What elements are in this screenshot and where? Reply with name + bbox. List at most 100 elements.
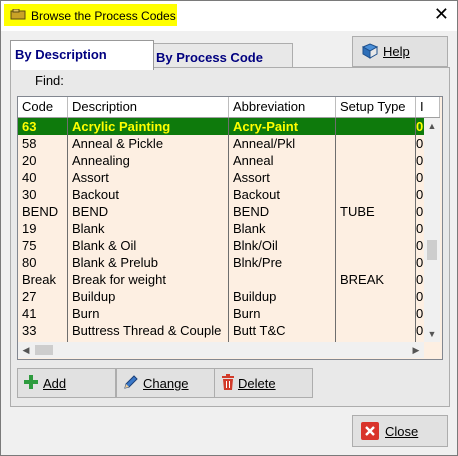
trash-icon <box>222 374 234 390</box>
cell-setup-type <box>336 135 416 152</box>
cell-description: Annealing <box>72 153 130 168</box>
column-header-extra[interactable]: I <box>416 97 440 117</box>
cell-setup-type <box>336 237 416 254</box>
cell-abbreviation: Blnk/Pre <box>233 255 283 270</box>
tab-label: By Process Code <box>156 50 263 65</box>
column-header-setup-type[interactable]: Setup Type <box>336 97 416 117</box>
cell-code: 30 <box>22 187 37 202</box>
cell-code: 58 <box>22 136 37 151</box>
cell-abbreviation: Blnk/Oil <box>233 238 278 253</box>
add-label: Add <box>43 376 67 391</box>
table-row[interactable]: 58 Anneal & Pickle Anneal/Pkl 0 <box>18 135 424 152</box>
cell-abbreviation: Backout <box>233 187 280 202</box>
cell-setup-type <box>336 152 416 169</box>
cell-description: BEND <box>72 204 109 219</box>
scroll-left-icon[interactable]: ◀ <box>18 342 34 358</box>
close-button[interactable]: Close <box>352 415 448 447</box>
app-icon <box>10 9 26 20</box>
cell-description: Assort <box>72 170 109 185</box>
cell-description: Blank & Oil <box>72 238 137 253</box>
cell-code: 20 <box>22 153 37 168</box>
cell-abbreviation: Blank <box>233 221 266 236</box>
table-row[interactable]: BEND BEND BEND TUBE 0 <box>18 203 424 220</box>
scroll-down-icon[interactable]: ▼ <box>424 326 440 342</box>
cell-code: Break <box>22 272 56 287</box>
cell-description: Buildup <box>72 289 116 304</box>
cell-description: Burn <box>72 306 100 321</box>
cell-abbreviation: Butt T&C <box>233 323 286 338</box>
cell-code: 33 <box>22 323 37 338</box>
cell-abbreviation: BEND <box>233 204 270 219</box>
help-button[interactable]: Help <box>352 36 448 67</box>
vertical-scroll-thumb[interactable] <box>427 240 437 260</box>
cell-description: Blank & Prelub <box>72 255 158 270</box>
cell-abbreviation: Anneal <box>233 153 274 168</box>
cell-description: Blank <box>72 221 105 236</box>
cell-setup-type: TUBE <box>340 204 375 219</box>
grid-header: Code Description Abbreviation Setup Type… <box>18 97 440 118</box>
table-row[interactable]: 30 Backout Backout 0 <box>18 186 424 203</box>
cell-description: Buttress Thread & Couple <box>72 323 222 338</box>
cell-abbreviation <box>229 271 336 288</box>
column-header-description[interactable]: Description <box>68 97 229 117</box>
table-row[interactable]: 27 Buildup Buildup 0 <box>18 288 424 305</box>
close-window-icon[interactable]: ✕ <box>434 5 449 23</box>
cell-code: 75 <box>22 238 37 253</box>
cell-code: 41 <box>22 306 37 321</box>
column-divider <box>415 118 416 342</box>
find-label: Find: <box>35 73 64 88</box>
cell-description: Break for weight <box>72 272 166 287</box>
table-row[interactable]: 33 Buttress Thread & Couple Butt T&C 0 <box>18 322 424 339</box>
scroll-up-icon[interactable]: ▲ <box>424 118 440 134</box>
cell-code: 27 <box>22 289 37 304</box>
table-row[interactable]: 80 Blank & Prelub Blnk/Pre 0 <box>18 254 424 271</box>
horizontal-scroll-thumb[interactable] <box>35 345 53 355</box>
cell-abbreviation: Burn <box>233 306 261 321</box>
cell-code: 63 <box>22 119 37 134</box>
cell-setup-type <box>336 118 416 135</box>
pencil-icon <box>124 375 138 389</box>
cell-setup-type <box>336 186 416 203</box>
vertical-scrollbar[interactable]: ▲ ▼ <box>424 118 440 342</box>
book-icon <box>361 43 379 59</box>
change-label: Change <box>143 376 189 391</box>
cell-setup-type <box>336 254 416 271</box>
cell-abbreviation: Buildup <box>233 289 277 304</box>
cell-code: 40 <box>22 170 37 185</box>
window-title: Browse the Process Codes <box>31 9 176 23</box>
title-bar: Browse the Process Codes ✕ <box>1 1 457 31</box>
cell-description: Anneal & Pickle <box>72 136 164 151</box>
scroll-right-icon[interactable]: ▶ <box>408 342 424 358</box>
cell-setup-type <box>336 322 416 339</box>
cell-description: Backout <box>72 187 119 202</box>
column-divider <box>67 118 68 342</box>
column-divider <box>335 118 336 342</box>
cell-setup-type <box>336 305 416 322</box>
table-row[interactable]: 41 Burn Burn 0 <box>18 305 424 322</box>
table-row[interactable]: 19 Blank Blank 0 <box>18 220 424 237</box>
table-row[interactable]: 75 Blank & Oil Blnk/Oil 0 <box>18 237 424 254</box>
delete-label: Delete <box>238 376 276 391</box>
cell-code: 19 <box>22 221 37 236</box>
add-button[interactable]: Add <box>17 368 116 398</box>
table-row-selected[interactable]: 63 Acrylic Painting Acry-Paint 0 <box>18 118 424 135</box>
close-x-icon <box>361 422 379 440</box>
plus-icon <box>24 375 38 389</box>
delete-button[interactable]: Delete <box>214 368 313 398</box>
horizontal-scrollbar[interactable]: ◀ ▶ <box>18 342 424 358</box>
table-row[interactable]: Break Break for weight BREAK 0 <box>18 271 424 288</box>
cell-code: 80 <box>22 255 37 270</box>
cell-setup-type: BREAK <box>340 272 385 287</box>
cell-abbreviation: Anneal/Pkl <box>233 136 296 151</box>
cell-description: Acrylic Painting <box>72 119 171 134</box>
table-row[interactable]: 40 Assort Assort 0 <box>18 169 424 186</box>
column-header-abbreviation[interactable]: Abbreviation <box>229 97 336 117</box>
close-label: Close <box>385 424 419 439</box>
cell-setup-type <box>336 220 416 237</box>
process-codes-grid[interactable]: Code Description Abbreviation Setup Type… <box>17 96 443 360</box>
cell-setup-type <box>336 169 416 186</box>
table-row[interactable]: 20 Annealing Anneal 0 <box>18 152 424 169</box>
tab-by-description[interactable]: By Description <box>10 40 154 70</box>
column-header-code[interactable]: Code <box>18 97 68 117</box>
change-button[interactable]: Change <box>116 368 215 398</box>
